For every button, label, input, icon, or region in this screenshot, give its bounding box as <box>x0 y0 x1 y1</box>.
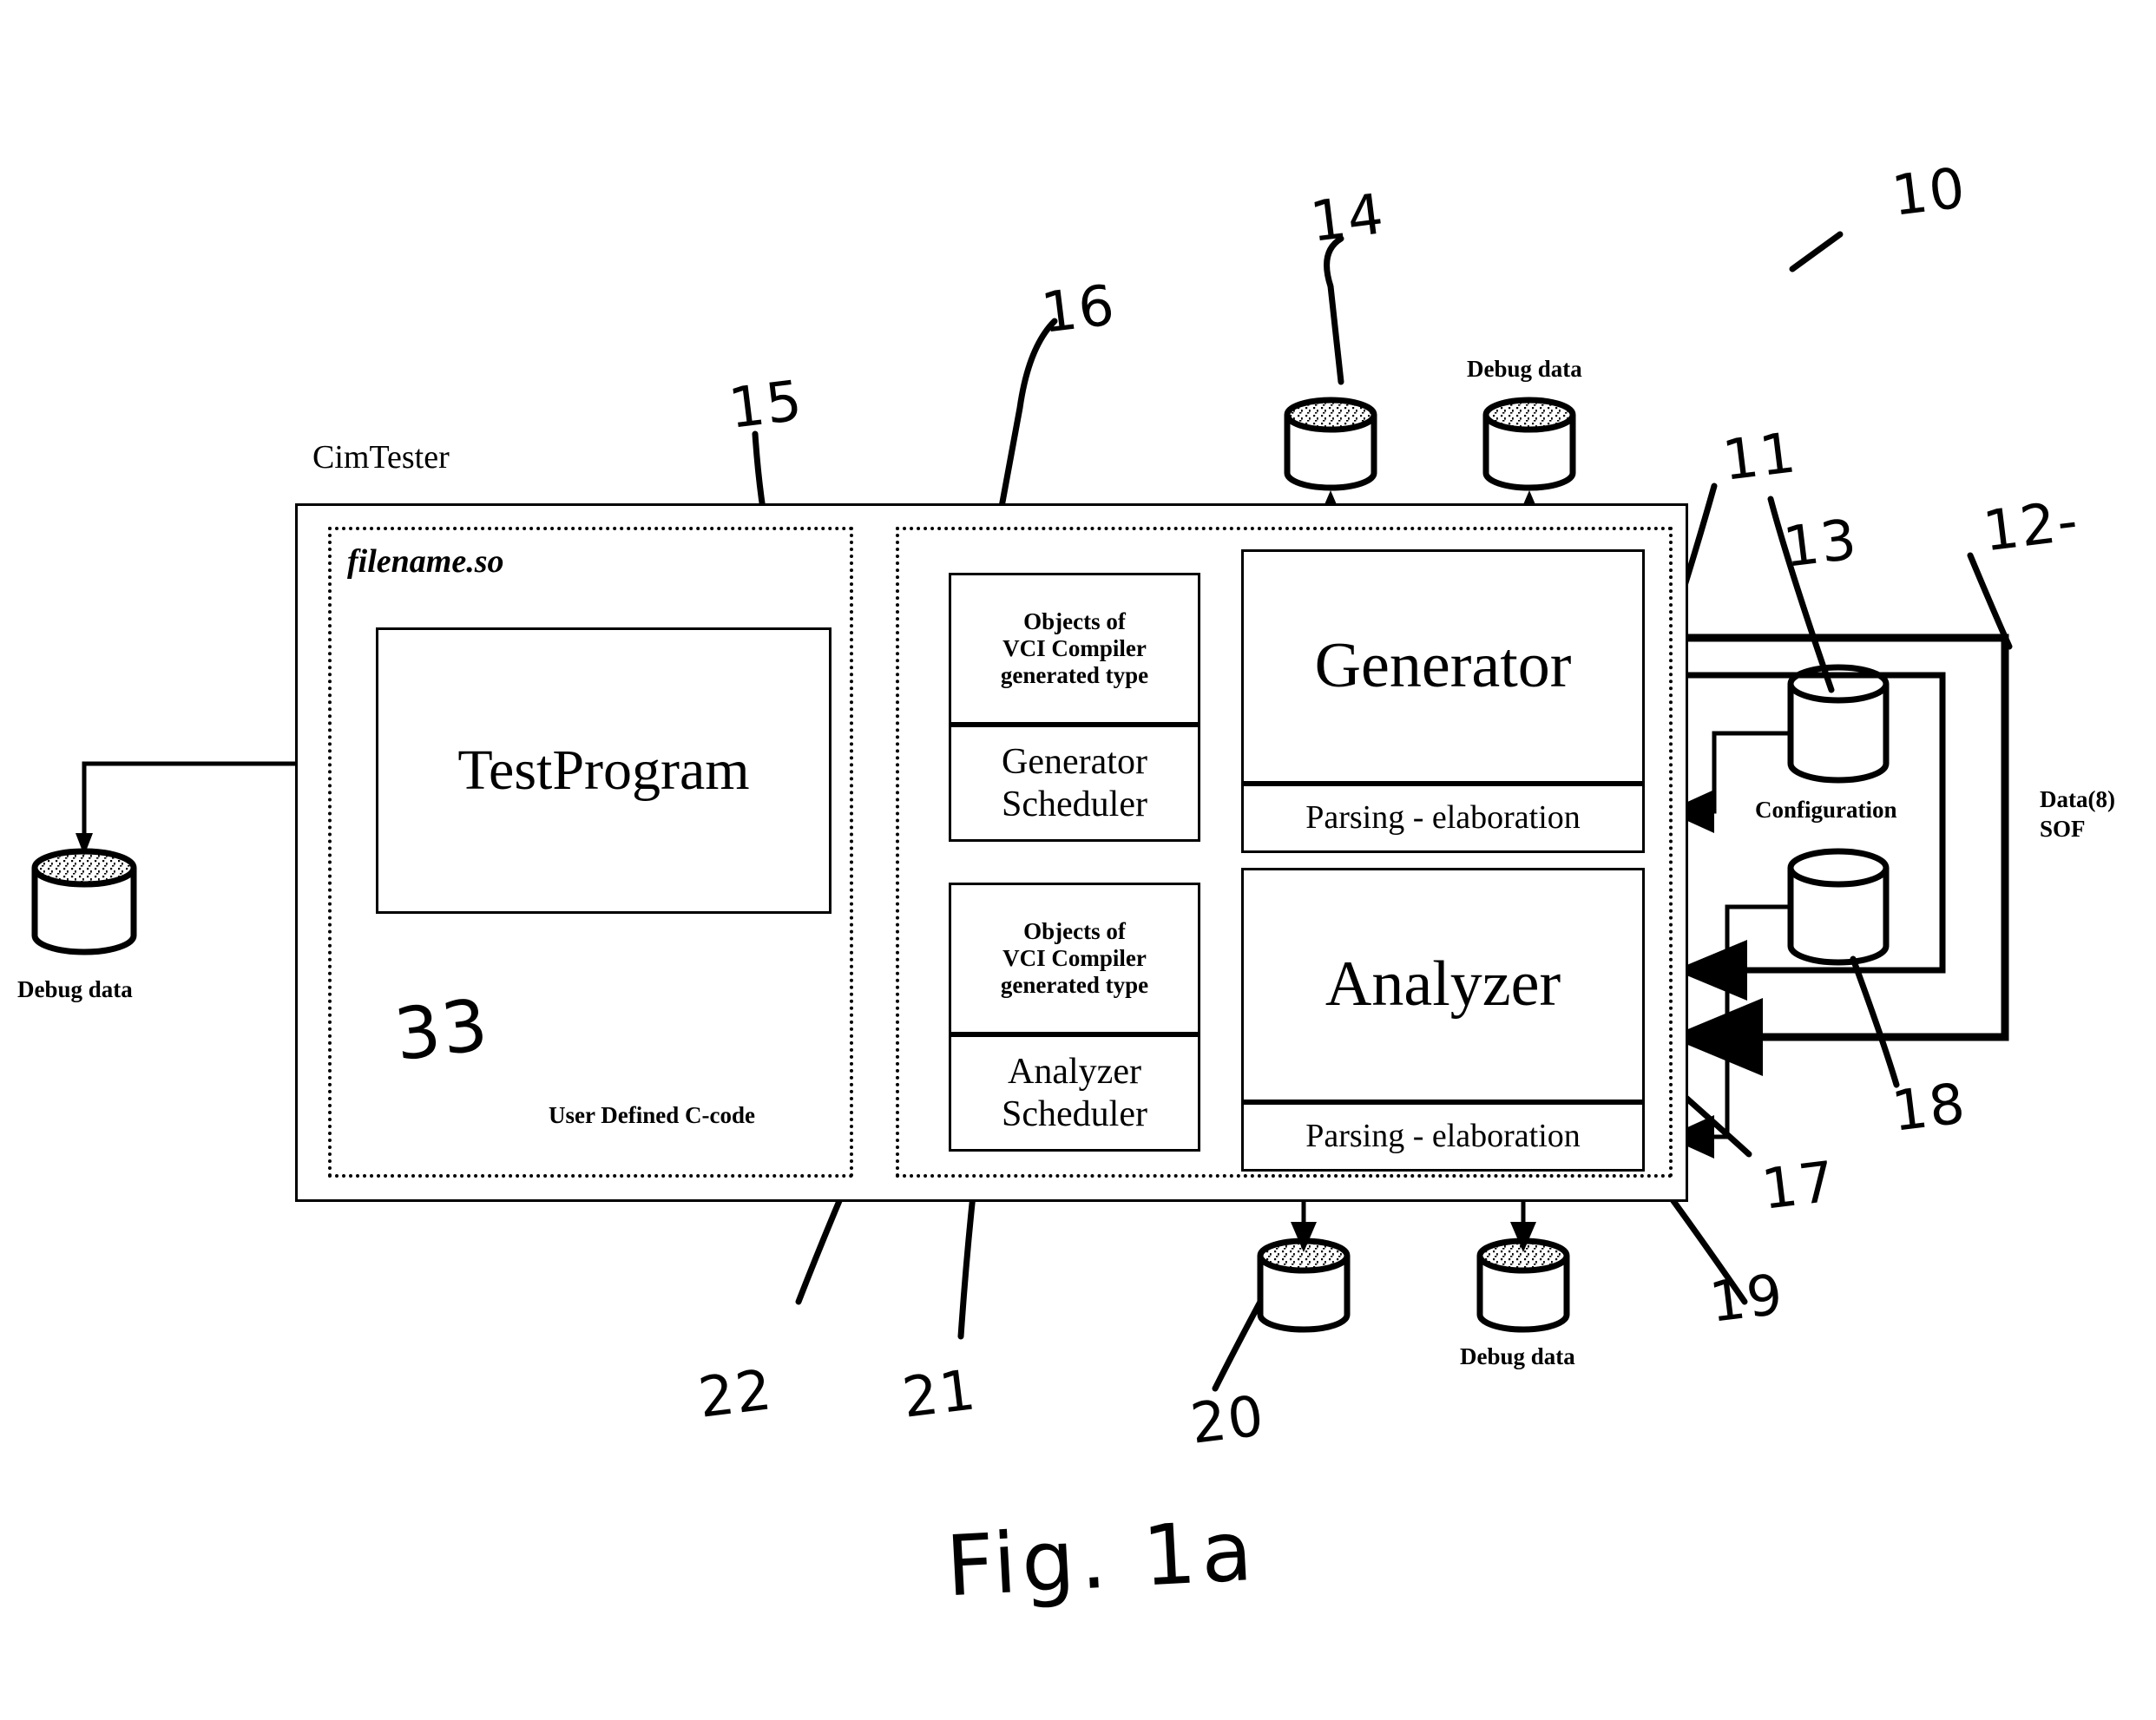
analyzer-parsing-elaboration-box[interactable]: Parsing - elaboration <box>1241 1102 1645 1172</box>
numeral-15: 15 <box>725 369 807 442</box>
data-sof-label: Data(8) SOF <box>2040 786 2115 842</box>
store-20-cylinder <box>1257 1237 1351 1333</box>
numeral-18: 18 <box>1888 1072 1970 1145</box>
numeral-10: 10 <box>1888 156 1970 229</box>
objects-vci-lower-box[interactable]: Objects of VCI Compiler generated type <box>949 883 1200 1034</box>
generator-box[interactable]: Generator <box>1241 549 1645 784</box>
module-file-label: filename.so <box>347 543 504 580</box>
numeral-12: 12- <box>1979 489 2083 565</box>
debug-data-left-label: Debug data <box>17 976 133 1002</box>
numeral-22: 22 <box>694 1358 777 1431</box>
debug-data-left-cylinder <box>31 848 137 955</box>
numeral-20: 20 <box>1186 1384 1269 1457</box>
numeral-13: 13 <box>1779 508 1862 581</box>
figure-caption: Fig. 1a <box>943 1501 1260 1616</box>
objects-vci-upper-box[interactable]: Objects of VCI Compiler generated type <box>949 573 1200 725</box>
numeral-16: 16 <box>1037 273 1120 346</box>
debug-data-top-cylinder <box>1482 397 1576 491</box>
numeral-17: 17 <box>1758 1150 1840 1223</box>
analyzer-scheduler-box[interactable]: Analyzer Scheduler <box>949 1034 1200 1152</box>
configuration-cylinder <box>1787 664 1890 784</box>
debug-data-bottom-cylinder <box>1476 1237 1570 1333</box>
numeral-19: 19 <box>1706 1263 1788 1336</box>
test-program-box[interactable]: TestProgram <box>376 627 832 914</box>
store-14-cylinder <box>1284 397 1377 491</box>
system-label: CimTester <box>312 439 450 476</box>
numeral-33: 33 <box>390 983 494 1078</box>
analyzer-box[interactable]: Analyzer <box>1241 868 1645 1102</box>
numeral-21: 21 <box>898 1358 981 1431</box>
debug-data-top-label: Debug data <box>1467 356 1582 382</box>
generator-parsing-elaboration-box[interactable]: Parsing - elaboration <box>1241 784 1645 853</box>
user-defined-code-label: User Defined C-code <box>549 1102 755 1128</box>
numeral-14: 14 <box>1306 182 1389 255</box>
debug-data-bottom-label: Debug data <box>1460 1343 1575 1369</box>
configuration-label: Configuration <box>1755 797 1897 823</box>
store-18-cylinder <box>1787 848 1890 966</box>
generator-scheduler-box[interactable]: Generator Scheduler <box>949 725 1200 842</box>
numeral-11: 11 <box>1719 421 1801 494</box>
